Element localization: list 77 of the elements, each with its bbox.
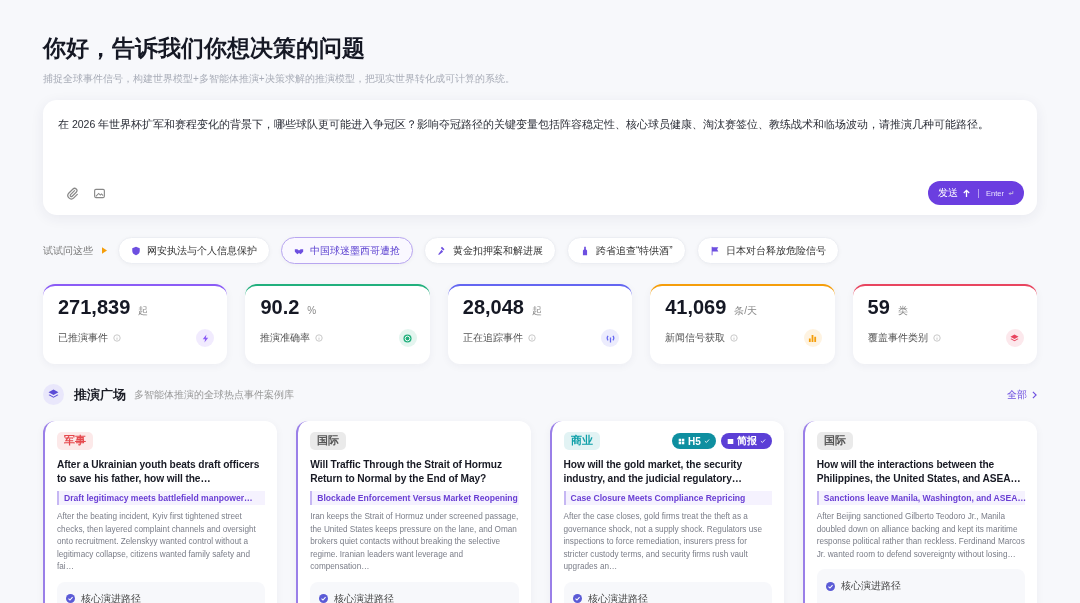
enter-key-icon [1008,190,1014,196]
card-summary: After the beating incident, Kyiv first tightened street checks, then layered complaint channels and oversight onto recruitment. Zelenskyy wanted control without a legitimacy collapse, citizens wanted family safety and fai… [57,511,257,573]
check-icon [319,594,329,603]
shield-icon [131,245,141,256]
category-tag: 商业 [563,432,600,450]
bar-chart-icon [808,333,818,343]
lightning-icon [200,333,210,343]
category-tag: 国际 [816,432,853,450]
arrow-up-icon [962,188,972,198]
suggestions-label: 试试问这些 [43,243,93,258]
check-icon [703,438,710,444]
chevron-right-icon [1032,390,1037,399]
image-icon[interactable] [93,186,106,200]
card-title: Will Traffic Through the Strait of Hormuz Return to Normal by the End of May? [310,458,503,485]
play-icon [102,247,107,254]
section-subtitle: 多智能体推演的全球热点事件案例库 [134,387,294,402]
card-title: After a Ukrainian youth beats draft officers to save his father, how will the… [57,458,261,485]
card-title: How will the gold market, the security industry, and the judicial regulatory… [563,458,743,485]
suggestion-chip[interactable]: 中国球迷墨西哥遭抢 [281,237,413,264]
document-icon [726,437,734,445]
signal-icon [605,333,615,343]
attachment-icon[interactable] [66,186,79,200]
case-card[interactable] [43,421,278,603]
check-icon [825,581,835,591]
flag-icon [709,245,720,256]
path-label: 核心演进路径 [587,591,648,603]
check-icon [572,594,582,603]
card-headline: Blockade Enforcement Versus Market Reopening [310,491,519,505]
card-title: How will the interactions between the Philippines, the United States, and ASEA… [816,458,1022,485]
stat-value: 90.2 [260,296,300,319]
case-card[interactable] [802,421,1037,603]
bottle-icon [580,245,590,256]
stat-label: 正在追踪事件 [462,331,523,345]
suggestion-chip[interactable]: 黄金扣押案和解进展 [424,237,556,264]
section-title: 推演广场 [74,385,126,404]
page-title: 你好，告诉我们你想决策的问题 [43,34,366,63]
stat-unit: 起 [138,304,149,318]
path-label: 核心演进路径 [334,591,395,603]
card-headline: Case Closure Meets Compliance Repricing [563,491,772,505]
format-badge: 简报 [720,433,772,449]
card-headline: Sanctions leave Manila, Washington, and ASEA… [816,491,1025,505]
format-badge: H5 [671,433,716,449]
stat-value: 41,069 [665,296,727,319]
card-summary: After the case closes, gold firms treat the theft as a governance shock, not a supply shock. Regulators use inspections to force remediation, insurers press for stricter custody terms, and security firms rush vault upgrades an… [563,511,763,573]
layers-icon [43,384,64,405]
path-label: 核心演进路径 [81,591,141,603]
check-icon [759,438,766,444]
stat-label: 已推演事件 [58,331,108,345]
path-label: 核心演进路径 [840,579,901,593]
case-card[interactable] [549,421,784,603]
category-tag: 军事 [57,432,93,450]
category-tag: 国际 [310,432,347,450]
suggestion-chip[interactable]: 跨省追查“特供酒” [567,237,686,264]
check-icon [66,594,75,603]
stat-unit: % [307,305,317,316]
view-all-link[interactable]: 全部 [1007,387,1037,402]
stat-value: 28,048 [462,296,524,319]
case-card[interactable] [296,421,531,603]
question-text: 在 2026 年世界杯扩军和赛程变化的背景下，哪些球队更可能进入争冠区？影响夺冠路径的关键变量包括阵容稳定性、核心球员健康、淘汰赛签位、教练战术和临场波动，请推演几种可能路径。 [58,117,991,132]
stat-value: 59 [867,296,890,319]
stat-label: 覆盖事件类别 [867,331,928,345]
grid-icon [677,437,685,445]
target-icon [403,333,413,343]
stat-unit: 条/天 [734,304,758,318]
suggestion-chip[interactable]: 日本对台释放危险信号 [696,237,839,264]
card-headline: Draft legitimacy meets battlefield manpower… [57,491,266,505]
stat-label: 推演准确率 [260,331,311,345]
layers-icon [1010,333,1020,343]
stat-label: 新闻信号获取 [665,331,726,345]
stat-value: 271,839 [58,296,131,319]
stat-unit: 起 [531,304,542,318]
gavel-icon [437,245,447,256]
card-summary: Iran keeps the Strait of Hormuz under screened passage, the United States keeps pressure on the lane, and Oman brokers quiet contacts without breaking the selective regime. Iranian leaders want leverage and compensation… [310,511,519,573]
page-subtitle: 捕捉全球事件信号，构建世界模型+多智能体推演+决策求解的推演模型，把现实世界转化成可计算的系统。 [43,72,516,86]
stat-unit: 类 [897,304,908,318]
suggestion-chip[interactable]: 网安执法与个人信息保护 [118,237,270,264]
card-summary: After Beijing sanctioned Gilberto Teodoro Jr., Manila doubled down on alliance backing and kept its maritime response political rather than reckless. Ferdinand Marcos Jr. wanted room to defend sovereignty without losing… [816,511,1025,561]
